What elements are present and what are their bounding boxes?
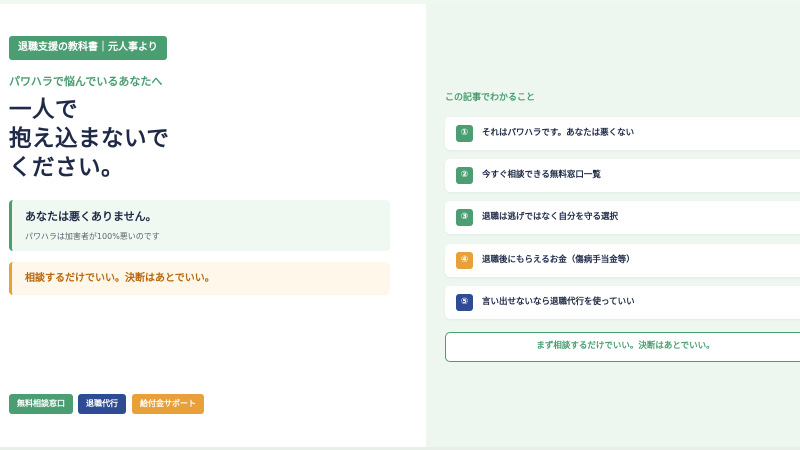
toc-item-4[interactable]: ④ 退職後にもらえるお金（傷病手当金等） — [445, 244, 800, 277]
reassurance-subtitle: パワハラは加害者が100%悪いのです — [25, 232, 160, 241]
hero-kicker: パワハラで悩んでいるあなたへ — [9, 75, 163, 88]
toc-number-badge: ③ — [456, 209, 473, 226]
toc-number-badge: ② — [456, 167, 473, 184]
headline-line-3: ください。 — [9, 155, 125, 181]
hero-headline: 一人で 抱え込まないで ください。 — [9, 96, 309, 183]
toc-item-label: 退職は逃げではなく自分を守る選択 — [482, 212, 619, 222]
toc-item-2[interactable]: ② 今すぐ相談できる無料窓口一覧 — [445, 159, 800, 192]
toc-number-badge: ① — [456, 125, 473, 142]
toc-item-5[interactable]: ⑤ 言い出せないなら退職代行を使っていい — [445, 286, 800, 319]
hero-panel: 退職支援の教科書｜元人事より パワハラで悩んでいるあなたへ 一人で 抱え込まない… — [0, 4, 426, 447]
headline-line-1: 一人で — [9, 97, 79, 123]
page: 退職支援の教科書｜元人事より パワハラで悩んでいるあなたへ 一人で 抱え込まない… — [0, 0, 800, 450]
toc-number-badge: ⑤ — [456, 294, 473, 311]
consult-callout: 相談するだけでいい。決断はあとでいい。 — [9, 262, 390, 295]
toc-item-label: それはパワハラです。あなたは悪くない — [482, 128, 635, 138]
headline-line-2: 抱え込まないで — [9, 126, 170, 152]
toc-item-label: 言い出せないなら退職代行を使っていい — [482, 297, 635, 307]
toc-item-label: 今すぐ相談できる無料窓口一覧 — [482, 170, 601, 180]
tag-free-consultation[interactable]: 無料相談窓口 — [9, 394, 73, 414]
toc-number-badge: ④ — [456, 252, 473, 269]
tag-benefit-support[interactable]: 給付金サポート — [132, 394, 204, 414]
reassurance-callout: あなたは悪くありません。 パワハラは加害者が100%悪いのです — [9, 200, 390, 251]
toc-item-3[interactable]: ③ 退職は逃げではなく自分を守る選択 — [445, 201, 800, 234]
consult-cta-button[interactable]: まず相談するだけでいい。決断はあとでいい。 — [445, 332, 800, 362]
toc-heading: この記事でわかること — [445, 93, 536, 103]
tag-resignation-agency[interactable]: 退職代行 — [78, 394, 126, 414]
toc-panel: この記事でわかること ① それはパワハラです。あなたは悪くない ② 今すぐ相談で… — [426, 4, 800, 447]
toc-item-1[interactable]: ① それはパワハラです。あなたは悪くない — [445, 117, 800, 150]
toc-item-label: 退職後にもらえるお金（傷病手当金等） — [482, 255, 635, 265]
brand-badge: 退職支援の教科書｜元人事より — [9, 36, 167, 60]
reassurance-title: あなたは悪くありません。 — [25, 210, 157, 223]
